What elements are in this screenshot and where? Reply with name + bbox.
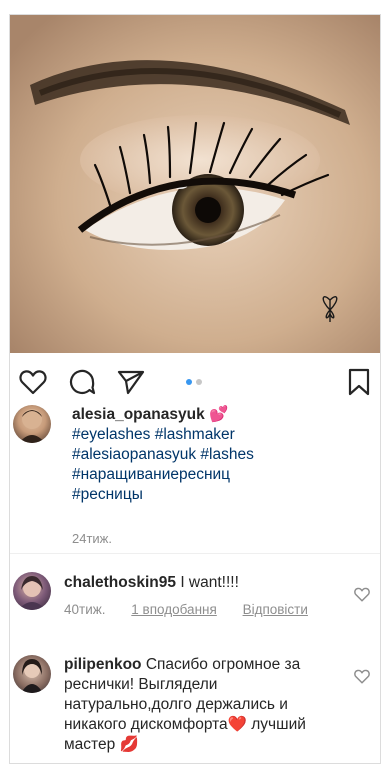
post-photo[interactable] bbox=[10, 15, 380, 353]
comment-username[interactable]: pilipenkoo bbox=[64, 656, 142, 673]
caption-hashtags-line-3[interactable]: #наращиваниересниц bbox=[72, 465, 372, 485]
carousel-indicator bbox=[186, 379, 202, 385]
heart-icon bbox=[19, 370, 47, 395]
comment-button[interactable] bbox=[67, 367, 97, 397]
heart-icon bbox=[354, 669, 370, 684]
comment-icon bbox=[69, 369, 96, 395]
comment-avatar[interactable] bbox=[13, 655, 51, 693]
comment-meta: 40тиж. 1 вподобання Відповісти bbox=[64, 602, 330, 617]
divider bbox=[10, 553, 380, 554]
eye-closeup-image bbox=[10, 15, 380, 353]
comment-text: pilipenkoo Спасибо огромное за реснички!… bbox=[64, 655, 329, 755]
instagram-post-card: alesia_opanasyuk 💕 #eyelashes #lashmaker… bbox=[9, 14, 381, 764]
save-button[interactable] bbox=[344, 367, 374, 397]
comment-reply-link[interactable]: Відповісти bbox=[243, 602, 308, 617]
comment-like-button[interactable] bbox=[354, 587, 370, 607]
comment-timestamp: 40тиж. bbox=[64, 602, 106, 617]
comment-body: I want!!!! bbox=[180, 574, 239, 591]
heart-icon bbox=[354, 587, 370, 602]
bookmark-icon bbox=[348, 368, 370, 396]
post-author-username[interactable]: alesia_opanasyuk bbox=[72, 406, 205, 423]
post-author-avatar[interactable] bbox=[13, 405, 51, 443]
caption-hashtags-line-4[interactable]: #ресницы bbox=[72, 485, 372, 505]
caption-hashtags-line-1[interactable]: #eyelashes #lashmaker bbox=[72, 425, 372, 445]
carousel-dot bbox=[196, 379, 202, 385]
caption-hashtags-line-2[interactable]: #alesiaopanasyuk #lashes bbox=[72, 445, 372, 465]
heart-emoji: 💕 bbox=[209, 406, 229, 423]
post-timestamp: 24тиж. bbox=[72, 531, 112, 546]
carousel-dot-active bbox=[186, 379, 192, 385]
paper-plane-icon bbox=[117, 370, 145, 395]
share-button[interactable] bbox=[116, 367, 146, 397]
comment-avatar[interactable] bbox=[13, 572, 51, 610]
like-button[interactable] bbox=[18, 367, 48, 397]
post-caption: alesia_opanasyuk 💕 #eyelashes #lashmaker… bbox=[72, 405, 372, 505]
comment-like-button[interactable] bbox=[354, 669, 370, 689]
comment-username[interactable]: chalethoskin95 bbox=[64, 574, 176, 591]
comment-text: chalethoskin95 I want!!!! bbox=[64, 573, 329, 593]
comment-likes-link[interactable]: 1 вподобання bbox=[131, 602, 217, 617]
post-actions-bar bbox=[10, 367, 380, 403]
